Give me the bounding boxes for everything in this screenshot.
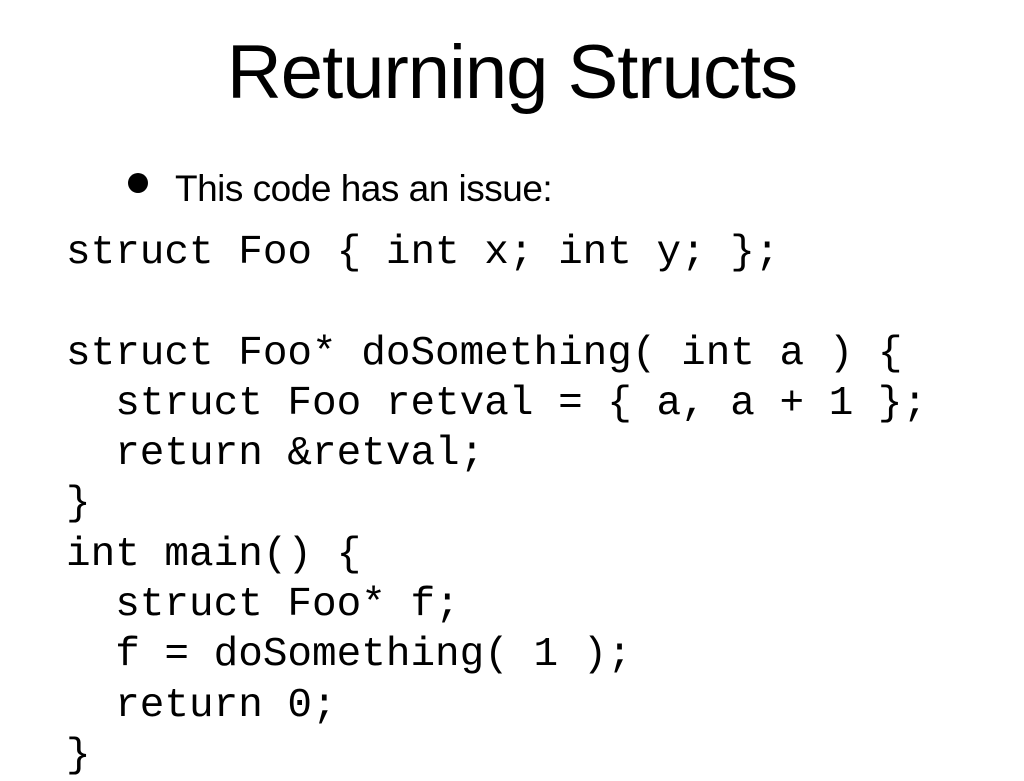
code-line: } [66, 481, 91, 528]
bullet-text: This code has an issue: [175, 168, 553, 209]
bullet-dot-icon [128, 173, 148, 193]
code-line: struct Foo* doSomething( int a ) { [66, 330, 903, 377]
code-line: } [66, 732, 91, 779]
code-line: return 0; [66, 682, 337, 729]
code-line: int main() { [66, 531, 362, 578]
code-line: struct Foo* f; [66, 582, 460, 629]
code-line: struct Foo { int x; int y; }; [66, 230, 780, 276]
bullet-item: This code has an issue: [128, 166, 553, 212]
code-line: struct Foo retval = { a, a + 1 }; [66, 380, 928, 427]
code-block: struct Foo { int x; int y; }; struct Foo*… [66, 228, 927, 781]
slide-title: Returning Structs [226, 30, 798, 115]
code-line: f = doSomething( 1 ); [66, 632, 632, 679]
code-line: return &retval; [66, 431, 485, 478]
